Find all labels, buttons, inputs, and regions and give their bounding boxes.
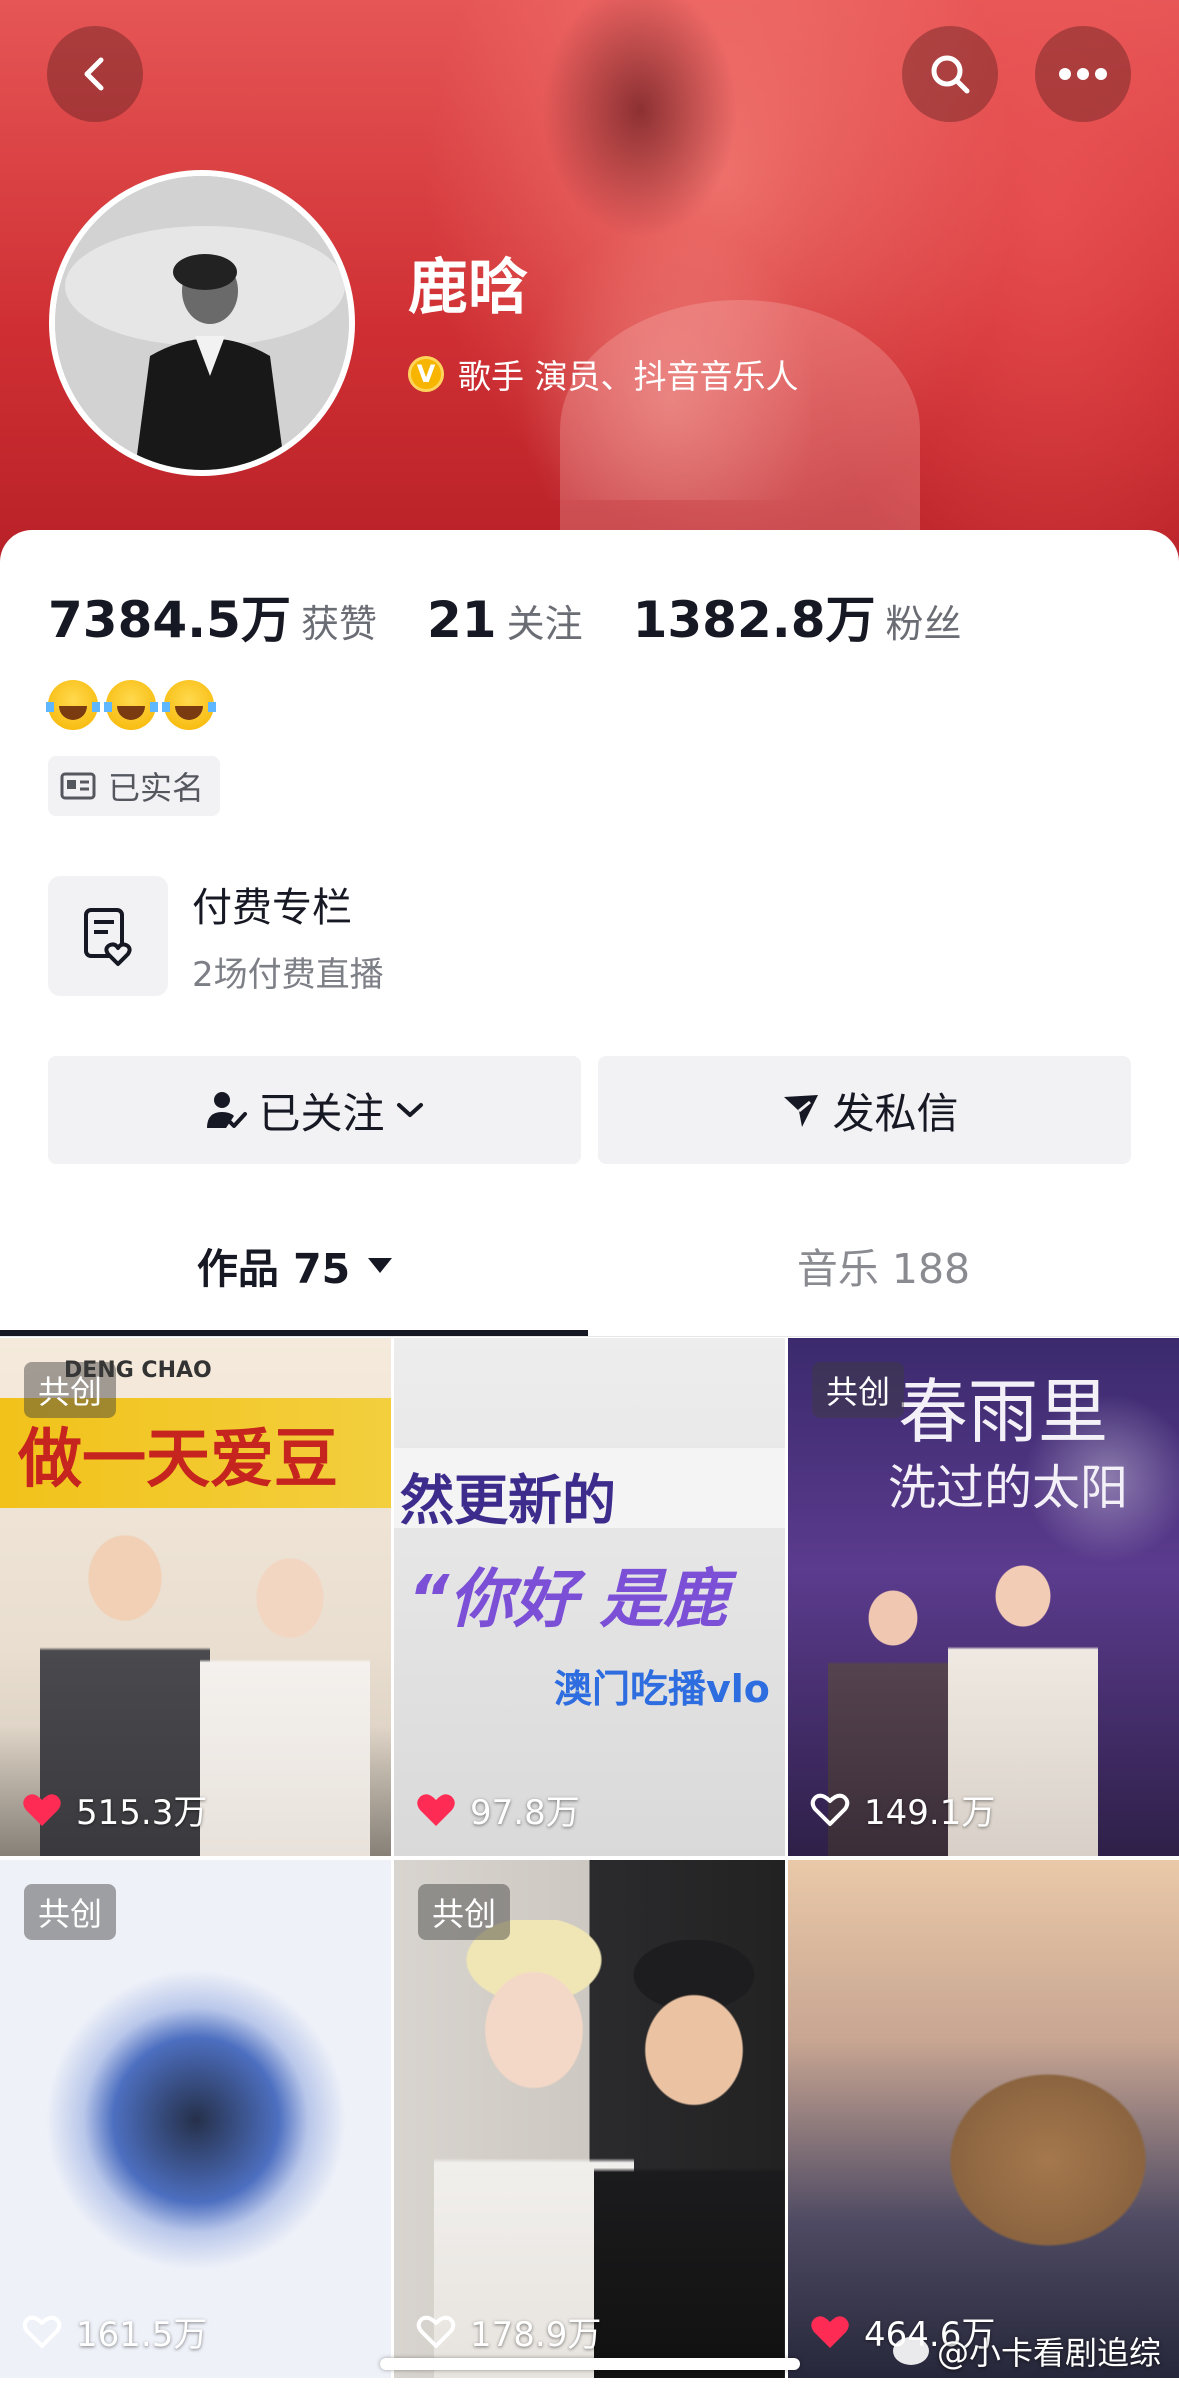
stats-row: 7384.5万 获赞 21 关注 1382.8万 粉丝 (48, 580, 962, 652)
avatar[interactable] (49, 170, 355, 476)
thumbnail-title: 做一天爱豆 (18, 1423, 338, 1497)
message-button[interactable]: 发私信 (598, 1056, 1131, 1164)
video-likes: 161.5万 (22, 2307, 207, 2356)
video-tile[interactable]: 共创 178.9万 (394, 1860, 785, 2378)
co-create-tag: 共创 (24, 1884, 117, 1940)
heart-filled-icon (417, 1793, 455, 1826)
video-like-count: 515.3万 (76, 1793, 208, 1833)
send-icon (784, 1095, 819, 1127)
video-likes: 178.9万 (416, 2307, 601, 2356)
thumbnail-title: 春雨里 (898, 1371, 1108, 1453)
tab-music-label: 音乐 188 (796, 1245, 971, 1293)
profile-name: 鹿晗 (408, 253, 528, 323)
verification-line: V 歌手 演员、抖音音乐人 (408, 350, 799, 398)
content-tabs: 作品 75 音乐 188 (0, 1210, 1179, 1320)
user-check-icon (207, 1092, 248, 1128)
verified-badge-icon: V (408, 356, 444, 392)
more-icon (1059, 68, 1107, 80)
home-indicator[interactable] (380, 2358, 800, 2370)
tab-divider (0, 1336, 1179, 1337)
thumbnail-title: 然更新的 (400, 1469, 616, 1532)
heart-outline-icon (810, 1793, 850, 1826)
watermark-text: @小卡看剧追综 (936, 2334, 1161, 2372)
video-tile[interactable]: 春雨里 洗过的太阳 共创 149.1万 (788, 1338, 1179, 1856)
weibo-logo-icon (892, 2337, 929, 2365)
thumbnail-caption: “你好 是鹿 (408, 1563, 728, 1637)
search-icon (931, 55, 970, 94)
video-tile[interactable]: 做一天爱豆 DENG CHAO 共创 515.3万 (0, 1338, 391, 1856)
bio (46, 680, 216, 730)
verification-text: 歌手 演员、抖音音乐人 (458, 357, 799, 396)
search-button[interactable] (902, 26, 998, 122)
heart-outline-icon (22, 2315, 62, 2348)
message-button-label: 发私信 (832, 1088, 959, 1138)
following-count[interactable]: 21 (427, 591, 497, 649)
back-button[interactable] (47, 26, 143, 122)
video-tile[interactable]: 然更新的 “你好 是鹿 澳门吃播vlo 97.8万 (394, 1338, 785, 1856)
heart-filled-icon (23, 1793, 61, 1826)
profile-header: 鹿晗 V 歌手 演员、抖音音乐人 (0, 0, 1179, 600)
caret-down-icon (368, 1257, 393, 1273)
fans-label[interactable]: 粉丝 (886, 593, 962, 648)
tab-works[interactable]: 作品 75 (0, 1210, 589, 1320)
co-create-tag: 共创 (812, 1362, 905, 1418)
video-like-count: 97.8万 (470, 1793, 580, 1833)
video-tile[interactable]: 464.6万 (788, 1860, 1179, 2378)
paid-column-entry[interactable]: 付费专栏 2场付费直播 (48, 875, 384, 996)
laughing-tears-emoji-icon (162, 680, 216, 730)
co-create-tag: 共创 (24, 1362, 117, 1418)
following-button-label: 已关注 (258, 1088, 385, 1138)
fans-count[interactable]: 1382.8万 (633, 580, 876, 652)
laughing-tears-emoji-icon (104, 680, 158, 730)
likes-label[interactable]: 获赞 (301, 593, 377, 648)
realname-badge: 已实名 (48, 756, 221, 816)
co-create-tag: 共创 (418, 1884, 511, 1940)
heart-outline-icon (416, 2315, 456, 2348)
id-card-icon (60, 772, 96, 800)
tab-music[interactable]: 音乐 188 (589, 1210, 1178, 1320)
watermark: @小卡看剧追综 (892, 2328, 1161, 2374)
video-like-count: 149.1万 (864, 1793, 996, 1833)
back-arrow-icon (84, 57, 104, 91)
heart-filled-icon (811, 2315, 849, 2348)
paid-column-title: 付费专栏 (192, 885, 352, 931)
chevron-down-icon (396, 1103, 423, 1117)
video-tile[interactable]: 共创 161.5万 (0, 1860, 391, 2378)
thumbnail-caption: 洗过的太阳 (888, 1460, 1129, 1516)
thumbnail-figure (594, 1940, 784, 2378)
paid-column-subtitle: 2场付费直播 (192, 955, 384, 995)
tab-works-label: 作品 75 (196, 1245, 351, 1293)
video-like-count: 178.9万 (470, 2315, 602, 2355)
thumbnail-figure (200, 1528, 370, 1856)
thumbnail-subcaption: 澳门吃播vlo (554, 1667, 770, 1711)
header-cover-figure (560, 300, 920, 560)
following-button[interactable]: 已关注 (48, 1056, 581, 1164)
more-button[interactable] (1035, 26, 1131, 122)
following-label[interactable]: 关注 (507, 593, 583, 648)
video-likes: 97.8万 (416, 1785, 580, 1834)
laughing-tears-emoji-icon (46, 680, 100, 730)
video-like-count: 161.5万 (76, 2315, 208, 2355)
paid-column-icon (48, 875, 168, 996)
likes-count[interactable]: 7384.5万 (48, 580, 291, 652)
video-likes: 149.1万 (810, 1785, 995, 1834)
realname-label: 已实名 (108, 769, 205, 807)
video-likes: 515.3万 (22, 1785, 207, 1834)
avatar-portrait (55, 176, 349, 470)
